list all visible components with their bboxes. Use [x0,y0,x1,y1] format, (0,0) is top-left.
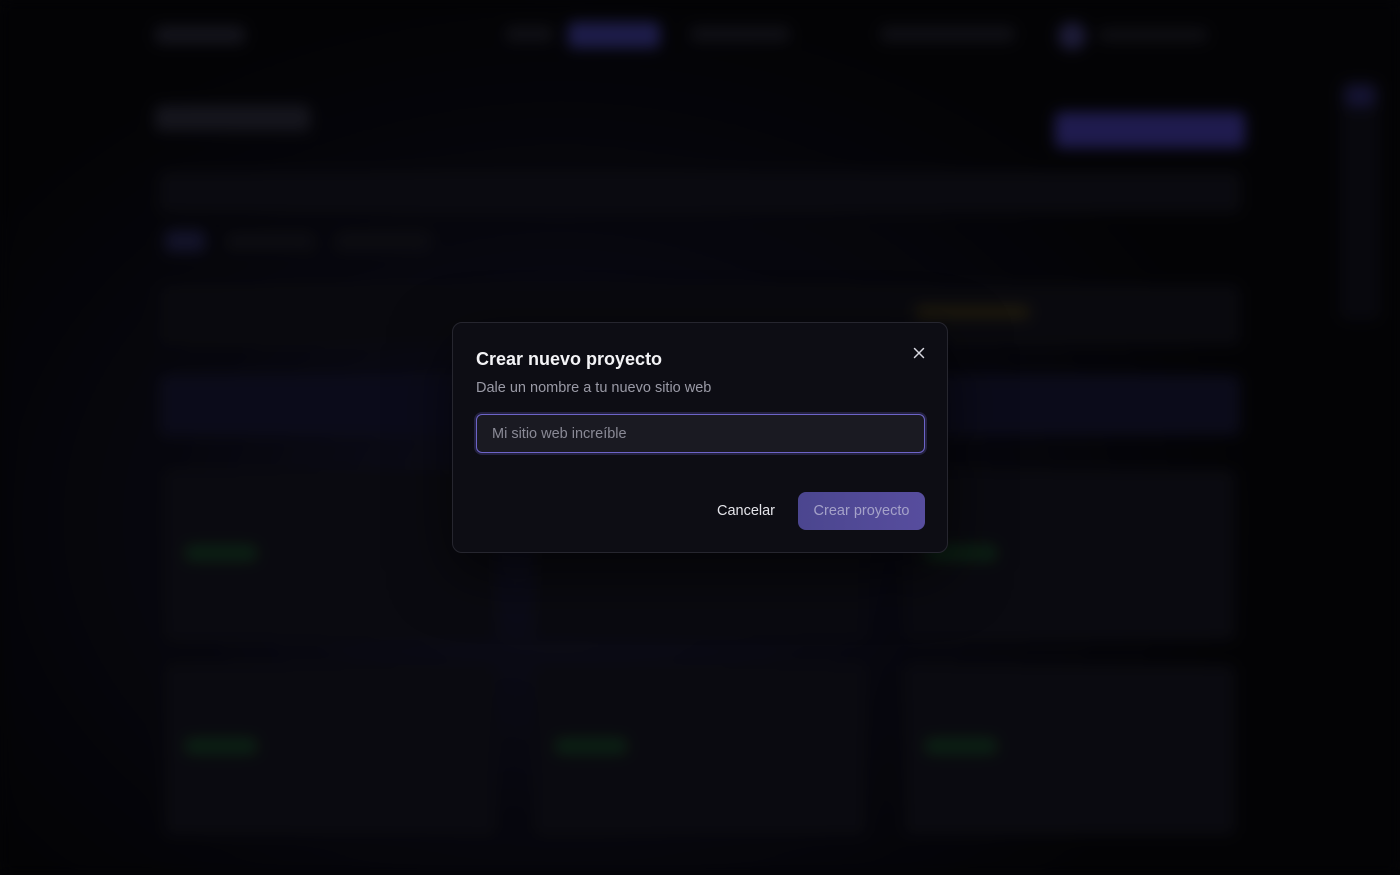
project-name-input[interactable] [476,414,925,453]
dialog-description: Dale un nombre a tu nuevo sitio web [476,380,712,396]
close-icon [913,347,925,359]
close-button[interactable] [908,342,930,364]
create-project-button[interactable]: Crear proyecto [798,492,925,530]
create-project-dialog: Crear nuevo proyecto Dale un nombre a tu… [452,322,948,553]
cancel-button[interactable]: Cancelar [705,492,787,530]
dialog-title: Crear nuevo proyecto [476,349,663,369]
